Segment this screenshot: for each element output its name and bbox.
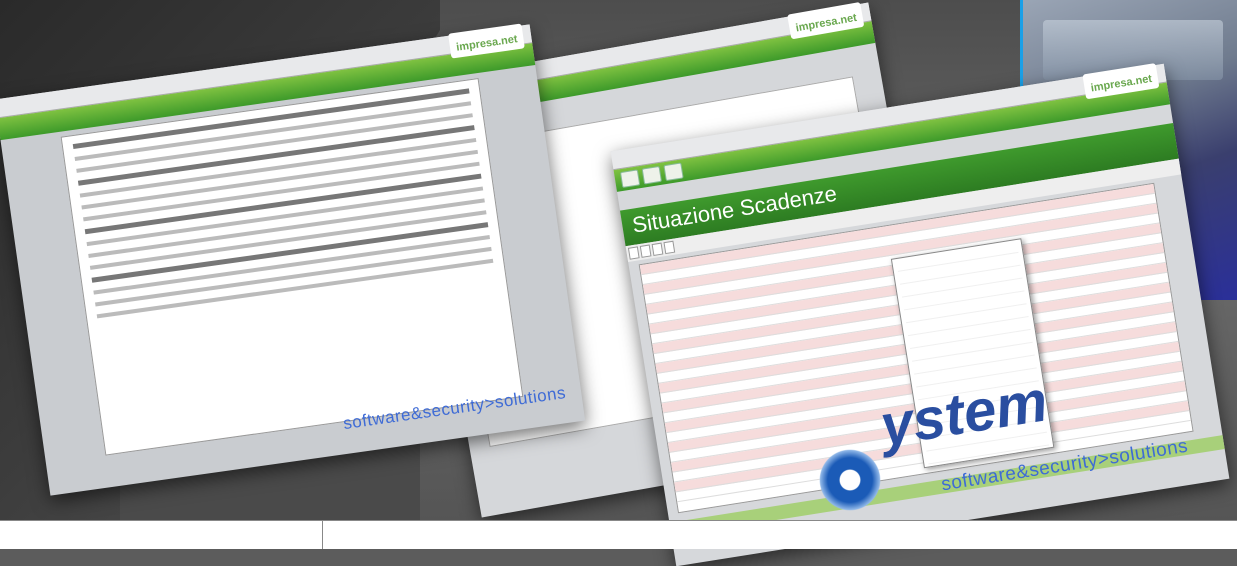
tab[interactable] xyxy=(663,240,676,255)
impresa-logo-suffix: .net xyxy=(1131,72,1153,88)
impresa-logo-text: impresa xyxy=(794,15,839,35)
impresa-logo-suffix: .net xyxy=(836,11,858,28)
toolbar-button[interactable] xyxy=(641,165,662,185)
impresa-logo-text: impresa xyxy=(1089,75,1134,95)
toolbar-button[interactable] xyxy=(619,169,641,188)
bottom-bar xyxy=(0,520,1237,549)
window-left: impresa.net software&security>solutions xyxy=(0,23,586,496)
tab[interactable] xyxy=(651,242,664,256)
toolbar-button[interactable] xyxy=(663,162,684,182)
tab[interactable] xyxy=(627,246,640,260)
impresa-logo-suffix: .net xyxy=(497,33,519,48)
telesystem-logo-mark xyxy=(815,445,885,515)
tab[interactable] xyxy=(639,244,652,258)
window-right: impresa.net Situazione Scadenze xyxy=(610,63,1230,566)
impresa-logo-text: impresa xyxy=(455,35,499,54)
bottom-cell xyxy=(0,521,323,549)
